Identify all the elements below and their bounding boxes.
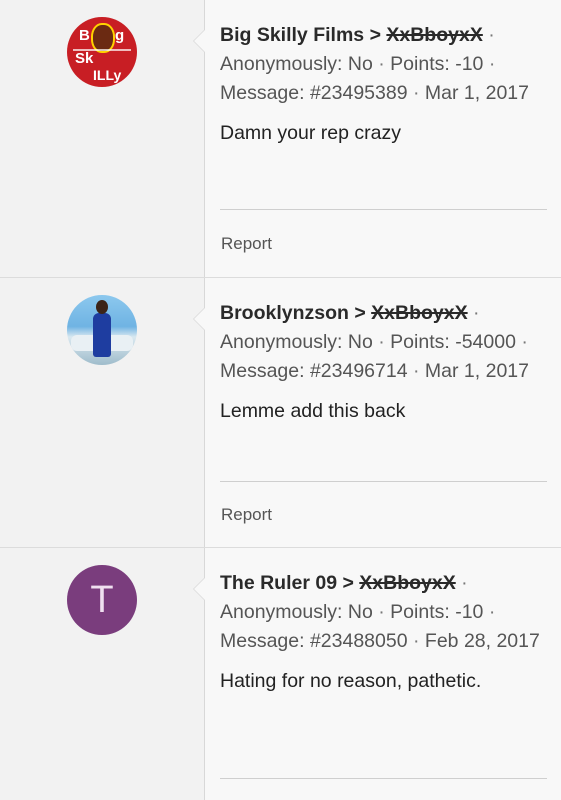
message-content: Big Skilly Films > XxBboyxX · Anonymousl… bbox=[220, 21, 547, 145]
avatar-letter: g bbox=[115, 27, 125, 44]
separator: · bbox=[461, 572, 468, 594]
message-id: Message: #23495389 bbox=[220, 82, 408, 104]
message-post: Brooklynzson > XxBboyxX · Anonymously: N… bbox=[0, 277, 561, 547]
message-feed: B g Sk ILLy Big Skilly Films > XxBboyxX … bbox=[0, 0, 561, 800]
divider bbox=[220, 481, 547, 482]
message-meta: The Ruler 09 > XxBboyxX · Anonymously: N… bbox=[220, 569, 547, 656]
avatar-column: T bbox=[0, 548, 204, 800]
message-bubble: Big Skilly Films > XxBboyxX · Anonymousl… bbox=[193, 0, 561, 277]
avatar-letter: B bbox=[79, 27, 90, 44]
separator: · bbox=[488, 53, 496, 75]
separator: · bbox=[378, 53, 385, 75]
message-bubble: Brooklynzson > XxBboyxX · Anonymously: N… bbox=[193, 278, 561, 547]
avatar-letter: Sk bbox=[75, 50, 94, 67]
message-text: Lemme add this back bbox=[220, 400, 406, 422]
separator: · bbox=[413, 360, 420, 382]
message-date: Mar 1, 2017 bbox=[424, 82, 529, 104]
separator: · bbox=[521, 331, 528, 353]
avatar-head bbox=[96, 300, 108, 314]
points-value: Points: -54000 bbox=[390, 331, 516, 353]
message-post: T The Ruler 09 > XxBboyxX · Anonymously:… bbox=[0, 547, 561, 800]
separator: · bbox=[413, 82, 420, 104]
divider bbox=[220, 209, 547, 210]
avatar-letter: ILLy bbox=[93, 67, 122, 83]
points-value: Points: -10 bbox=[390, 601, 484, 623]
message-text: Damn your rep crazy bbox=[220, 122, 401, 144]
message-date: Feb 28, 2017 bbox=[424, 630, 540, 652]
author-link[interactable]: Big Skilly Films bbox=[220, 24, 364, 46]
message-content: Brooklynzson > XxBboyxX · Anonymously: N… bbox=[220, 299, 547, 423]
separator: · bbox=[473, 302, 480, 324]
separator: · bbox=[378, 331, 385, 353]
author-link[interactable]: The Ruler 09 bbox=[220, 572, 337, 594]
recipient-link[interactable]: XxBboyxX bbox=[359, 572, 455, 594]
separator: · bbox=[488, 24, 495, 46]
separator: · bbox=[413, 630, 420, 652]
arrow-symbol: > bbox=[354, 302, 366, 324]
message-post: B g Sk ILLy Big Skilly Films > XxBboyxX … bbox=[0, 0, 561, 277]
recipient-link[interactable]: XxBboyxX bbox=[371, 302, 467, 324]
avatar-figure bbox=[93, 313, 111, 357]
avatar[interactable] bbox=[67, 295, 137, 365]
avatar[interactable]: T bbox=[67, 565, 137, 635]
message-id: Message: #23496714 bbox=[220, 360, 408, 382]
avatar-column bbox=[0, 278, 204, 547]
anonymous-status: Anonymously: No bbox=[220, 331, 373, 353]
recipient-link[interactable]: XxBboyxX bbox=[386, 24, 482, 46]
points-value: Points: -10 bbox=[390, 53, 484, 75]
arrow-symbol: > bbox=[342, 572, 354, 594]
avatar[interactable]: B g Sk ILLy bbox=[67, 17, 137, 87]
anonymous-status: Anonymously: No bbox=[220, 601, 373, 623]
message-meta: Brooklynzson > XxBboyxX · Anonymously: N… bbox=[220, 299, 547, 386]
separator: · bbox=[378, 601, 385, 623]
author-link[interactable]: Brooklynzson bbox=[220, 302, 349, 324]
avatar-column: B g Sk ILLy bbox=[0, 0, 204, 277]
message-id: Message: #23488050 bbox=[220, 630, 408, 652]
divider bbox=[220, 778, 547, 779]
message-date: Mar 1, 2017 bbox=[424, 360, 529, 382]
arrow-symbol: > bbox=[369, 24, 381, 46]
message-meta: Big Skilly Films > XxBboyxX · Anonymousl… bbox=[220, 21, 547, 108]
separator: · bbox=[488, 601, 496, 623]
report-link[interactable]: Report bbox=[221, 234, 272, 254]
report-link[interactable]: Report bbox=[221, 505, 272, 525]
anonymous-status: Anonymously: No bbox=[220, 53, 373, 75]
message-bubble: The Ruler 09 > XxBboyxX · Anonymously: N… bbox=[193, 548, 561, 800]
message-content: The Ruler 09 > XxBboyxX · Anonymously: N… bbox=[220, 569, 547, 693]
message-text: Hating for no reason, pathetic. bbox=[220, 670, 482, 692]
